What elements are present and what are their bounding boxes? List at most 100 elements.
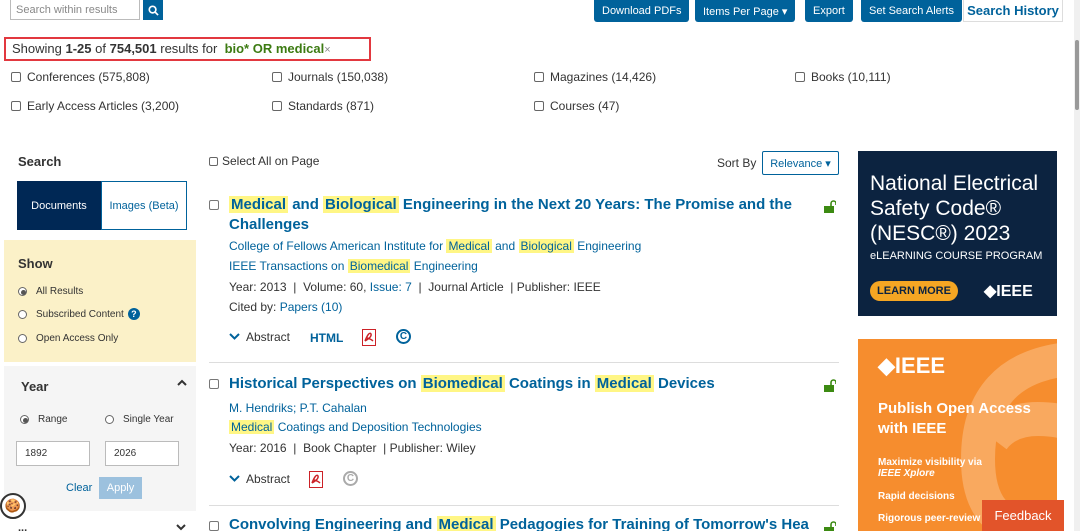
checkbox[interactable] [534,101,544,111]
option-single-year[interactable]: Single Year [105,414,174,425]
pdf-icon[interactable] [362,329,376,346]
search-icon [147,4,159,16]
search-query: bio* OR medical [224,41,325,56]
download-pdfs-button[interactable]: Download PDFs [594,0,690,22]
search-history-link[interactable]: Search History [963,0,1063,22]
option-open-access[interactable]: Open Access Only [18,333,118,344]
help-icon[interactable]: ? [127,308,140,320]
sort-by-label: Sort By [717,156,757,170]
cookie-icon[interactable]: 🍪 [0,493,26,519]
search-button[interactable] [143,0,163,20]
result-title[interactable]: Historical Perspectives on Biomedical Co… [229,374,799,394]
learn-more-button[interactable]: LEARN MORE [870,281,958,301]
year-heading: Year [21,379,49,394]
ad-line: IEEE Xplore [878,468,935,479]
radio-button[interactable] [18,287,27,296]
chevron-down-icon[interactable] [176,524,186,531]
title-part: Medical [229,196,289,213]
tab-images[interactable]: Images (Beta) [101,181,187,230]
result-divider [209,362,839,363]
chevron-up-icon[interactable] [176,378,188,388]
set-search-alerts-button[interactable]: Set Search Alerts [861,0,962,22]
summary-results-for: results for [160,41,218,56]
result-publisher: Publisher: Wiley [389,441,476,455]
scrollbar-thumb[interactable] [1075,40,1079,110]
summary-showing: Showing [12,41,62,56]
title-part: Biological [323,196,399,213]
items-per-page-button[interactable]: Items Per Page ▾ [695,0,796,22]
filter-standards[interactable]: Standards (871) [272,99,374,113]
ad-subtitle: eLEARNING COURSE PROGRAM [870,250,1043,262]
result-details: Year: 2013 | Volume: 60, Issue: 7 | Jour… [229,280,601,294]
radio-button[interactable] [18,334,27,343]
abstract-label: Abstract [246,472,291,486]
tab-documents[interactable]: Documents [17,181,101,230]
filter-label: Magazines (14,426) [550,70,657,84]
abstract-toggle[interactable]: Abstract [229,472,290,486]
checkbox[interactable] [11,72,21,82]
result-authors[interactable]: M. Hendriks; P.T. Cahalan [229,401,367,415]
ad-line: Safety Code® [870,197,1002,220]
html-link[interactable]: HTML [310,331,343,345]
open-lock-icon [822,200,837,217]
result-issue[interactable]: Issue: 7 [370,280,412,294]
radio-button[interactable] [20,415,29,424]
ad-headline: Publish Open Access with IEEE [878,399,1031,439]
year-from-input[interactable]: 1892 [16,441,90,466]
pdf-icon[interactable] [309,471,323,488]
option-subscribed-content[interactable]: Subscribed Content? [18,308,140,320]
search-within-input[interactable]: Search within results [10,0,140,20]
clear-link[interactable]: Clear [66,482,92,494]
select-all-on-page[interactable]: Select All on Page [209,154,319,168]
checkbox[interactable] [209,156,218,166]
cited-papers-link[interactable]: Papers (10) [280,300,343,314]
checkbox[interactable] [795,72,805,82]
title-part: Historical Perspectives on [229,375,421,392]
sort-dropdown[interactable]: Relevance ▾ [762,151,839,175]
ad-line: Maximize visibility via [878,457,982,468]
copyright-icon[interactable]: C [396,329,411,344]
ad-line: with IEEE [878,420,947,437]
title-part: Medical [436,516,496,531]
year-to-input[interactable]: 2026 [105,441,179,466]
copyright-icon[interactable]: C [343,471,358,486]
option-range[interactable]: Range [20,414,67,425]
checkbox[interactable] [11,101,21,111]
checkbox[interactable] [272,101,282,111]
ad-line: Publish Open Access [878,400,1031,417]
nesc-ad-banner[interactable]: National Electrical Safety Code® (NESC®)… [858,151,1057,316]
filter-magazines[interactable]: Magazines (14,426) [534,70,656,84]
result-checkbox[interactable] [209,379,219,389]
result-authors[interactable]: College of Fellows American Institute fo… [229,239,641,253]
result-publication[interactable]: Medical Coatings and Deposition Technolo… [229,420,482,434]
feedback-button[interactable]: Feedback [982,500,1064,531]
filter-early-access[interactable]: Early Access Articles (3,200) [11,99,179,113]
filter-label: Conferences (575,808) [27,70,150,84]
abstract-label: Abstract [246,330,291,344]
remove-query-icon[interactable]: × [324,44,330,56]
filter-journals[interactable]: Journals (150,038) [272,70,388,84]
result-title[interactable]: Medical and Biological Engineering in th… [229,195,799,235]
checkbox[interactable] [272,72,282,82]
option-label: Range [38,414,68,425]
result-publication[interactable]: IEEE Transactions on Biomedical Engineer… [229,259,478,273]
radio-button[interactable] [105,415,114,424]
export-button[interactable]: Export [805,0,853,22]
abstract-toggle[interactable]: Abstract [229,330,290,344]
checkbox[interactable] [534,72,544,82]
result-title[interactable]: Convolving Engineering and Medical Pedag… [229,515,809,531]
result-checkbox[interactable] [209,521,219,531]
show-panel: Show All Results Subscribed Content? Ope… [4,240,196,362]
apply-button[interactable]: Apply [99,477,142,499]
filter-label: Journals (150,038) [288,70,389,84]
filter-books[interactable]: Books (10,111) [795,70,891,84]
radio-button[interactable] [18,309,27,319]
result-citations: Cited by: Papers (10) [229,300,342,314]
ieee-logo: ◆IEEE [878,353,946,378]
result-type: Book Chapter [303,441,377,455]
title-part: Medical [594,375,654,392]
filter-courses[interactable]: Courses (47) [534,99,619,113]
option-all-results[interactable]: All Results [18,286,83,297]
result-checkbox[interactable] [209,200,219,210]
filter-conferences[interactable]: Conferences (575,808) [11,70,150,84]
